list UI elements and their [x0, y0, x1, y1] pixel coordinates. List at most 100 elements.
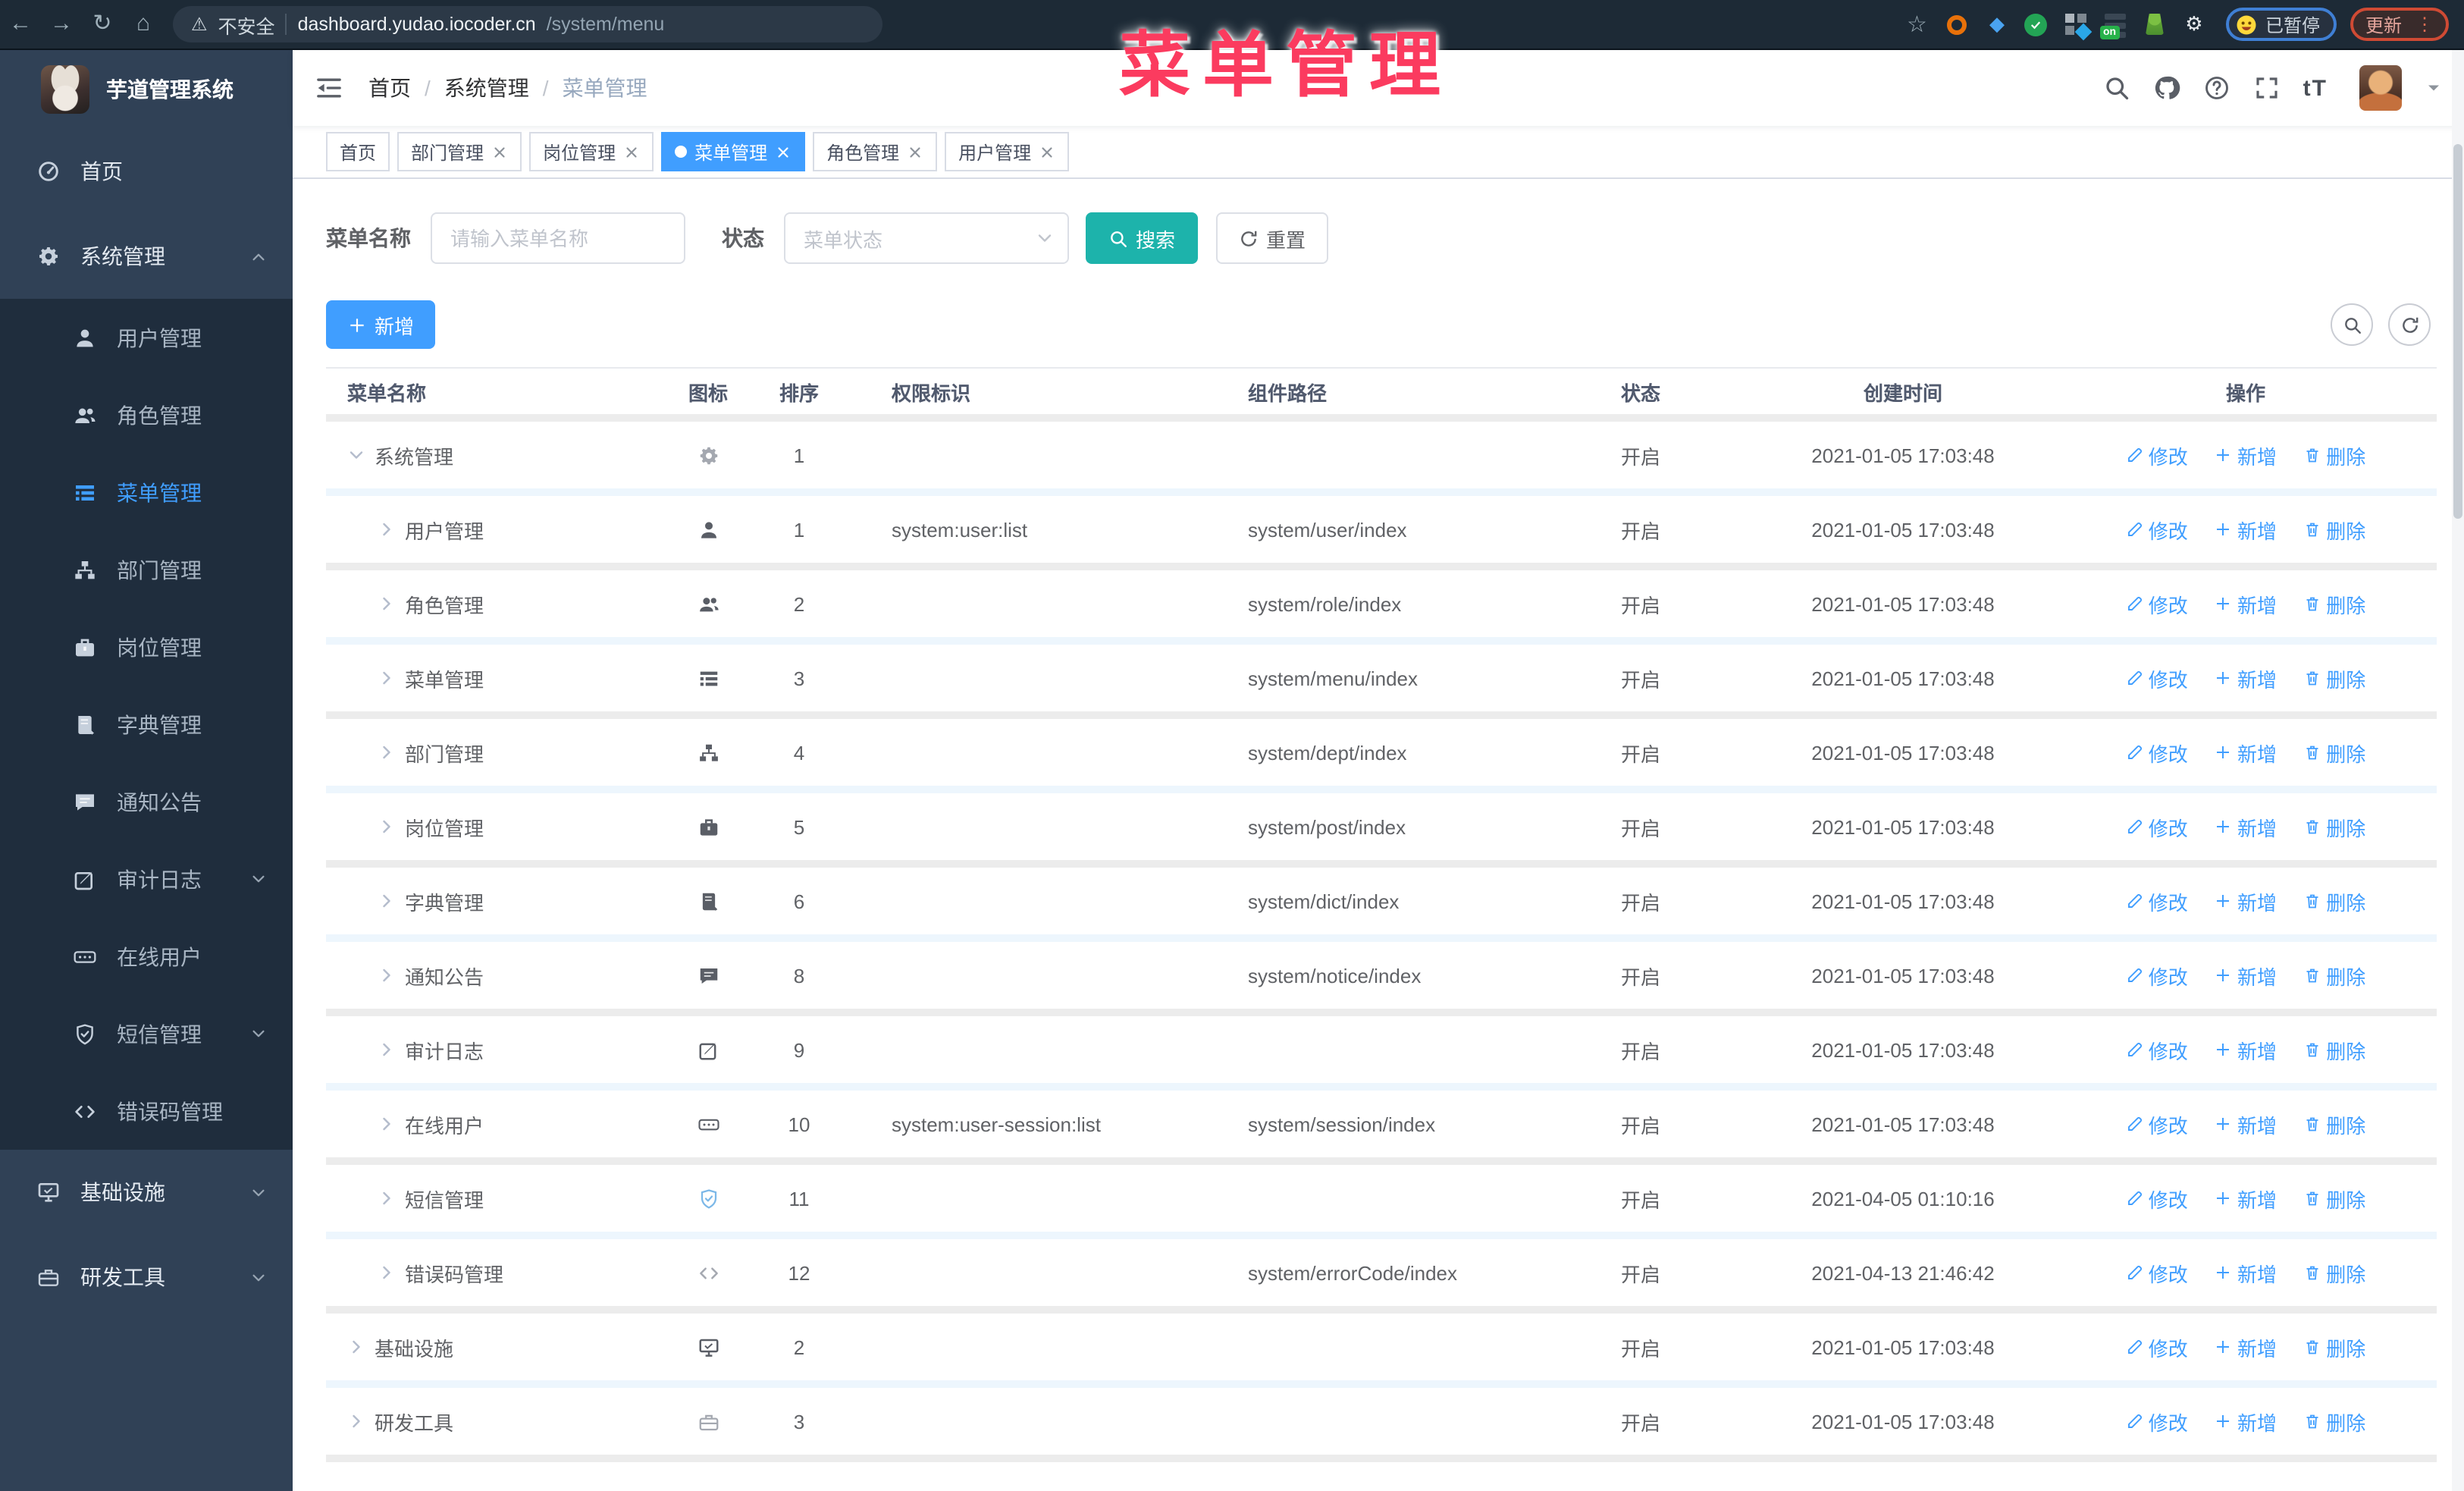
add-child-link[interactable]: 新增: [2215, 1110, 2277, 1138]
address-bar[interactable]: ⚠ 不安全 dashboard.yudao.iocoder.cn/system/…: [173, 6, 882, 42]
sidebar-item[interactable]: 短信管理: [0, 995, 293, 1072]
edit-link[interactable]: 修改: [2126, 812, 2188, 841]
add-child-link[interactable]: 新增: [2215, 515, 2277, 544]
delete-link[interactable]: 删除: [2303, 738, 2365, 767]
add-button[interactable]: 新增: [326, 300, 436, 349]
edit-link[interactable]: 修改: [2126, 738, 2188, 767]
sidebar-item[interactable]: 系统管理: [0, 214, 293, 299]
add-child-link[interactable]: 新增: [2215, 1332, 2277, 1361]
extension-grid-icon[interactable]: [2062, 11, 2093, 41]
browser-forward-icon[interactable]: →: [41, 0, 82, 49]
edit-link[interactable]: 修改: [2126, 961, 2188, 990]
close-icon[interactable]: [623, 143, 640, 160]
add-child-link[interactable]: 新增: [2215, 1184, 2277, 1213]
browser-update-badge[interactable]: 更新 ⋮: [2350, 8, 2449, 41]
close-icon[interactable]: [775, 143, 792, 160]
sidebar-item[interactable]: 字典管理: [0, 686, 293, 763]
edit-link[interactable]: 修改: [2126, 1258, 2188, 1287]
breadcrumb-system[interactable]: 系统管理: [444, 73, 529, 103]
avatar-caret-icon[interactable]: [2425, 79, 2443, 97]
tab[interactable]: 角色管理: [813, 132, 938, 171]
delete-link[interactable]: 删除: [2303, 1332, 2365, 1361]
close-icon[interactable]: [491, 143, 508, 160]
help-icon[interactable]: [2203, 74, 2230, 102]
delete-link[interactable]: 删除: [2303, 1258, 2365, 1287]
sidebar-item[interactable]: 菜单管理: [0, 454, 293, 531]
close-icon[interactable]: [1039, 143, 1055, 160]
delete-link[interactable]: 删除: [2303, 515, 2365, 544]
refresh-table-button[interactable]: [2388, 303, 2431, 346]
row-expand-icon[interactable]: [378, 966, 396, 984]
add-child-link[interactable]: 新增: [2215, 887, 2277, 915]
tab[interactable]: 首页: [326, 132, 390, 171]
tab[interactable]: 菜单管理: [661, 132, 806, 171]
row-expand-icon[interactable]: [378, 595, 396, 613]
delete-link[interactable]: 删除: [2303, 1035, 2365, 1064]
sidebar-item[interactable]: 基础设施: [0, 1150, 293, 1235]
breadcrumb-home[interactable]: 首页: [368, 73, 411, 103]
search-button[interactable]: 搜索: [1086, 212, 1199, 264]
row-expand-icon[interactable]: [378, 892, 396, 910]
sidebar-item[interactable]: 错误码管理: [0, 1072, 293, 1150]
sidebar-item[interactable]: 用户管理: [0, 299, 293, 376]
delete-link[interactable]: 删除: [2303, 1184, 2365, 1213]
sidebar-item[interactable]: 审计日志: [0, 840, 293, 918]
delete-link[interactable]: 删除: [2303, 441, 2365, 469]
add-child-link[interactable]: 新增: [2215, 1258, 2277, 1287]
edit-link[interactable]: 修改: [2126, 441, 2188, 469]
github-icon[interactable]: [2153, 74, 2180, 102]
browser-reload-icon[interactable]: ↻: [82, 0, 123, 49]
row-expand-icon[interactable]: [378, 818, 396, 836]
add-child-link[interactable]: 新增: [2215, 589, 2277, 618]
row-expand-icon[interactable]: [378, 520, 396, 538]
user-avatar[interactable]: [2359, 65, 2402, 111]
row-expand-icon[interactable]: [378, 1041, 396, 1059]
delete-link[interactable]: 删除: [2303, 664, 2365, 692]
sidebar-item[interactable]: 通知公告: [0, 763, 293, 840]
row-expand-icon[interactable]: [378, 1263, 396, 1282]
sidebar-item[interactable]: 在线用户: [0, 918, 293, 995]
bookmark-star-icon[interactable]: ☆: [1907, 11, 1927, 38]
add-child-link[interactable]: 新增: [2215, 441, 2277, 469]
extension-server-on-icon[interactable]: on: [2099, 11, 2129, 39]
delete-link[interactable]: 删除: [2303, 887, 2365, 915]
sidebar-item[interactable]: 部门管理: [0, 531, 293, 608]
add-child-link[interactable]: 新增: [2215, 738, 2277, 767]
add-child-link[interactable]: 新增: [2215, 812, 2277, 841]
browser-home-icon[interactable]: ⌂: [123, 0, 164, 49]
row-expand-icon[interactable]: [347, 1412, 365, 1430]
add-child-link[interactable]: 新增: [2215, 664, 2277, 692]
delete-link[interactable]: 删除: [2303, 1407, 2365, 1436]
close-icon[interactable]: [907, 143, 923, 160]
edit-link[interactable]: 修改: [2126, 664, 2188, 692]
extensions-puzzle-icon[interactable]: ⚙: [2180, 11, 2208, 38]
extension-orange-icon[interactable]: [1944, 11, 1971, 38]
extension-gem-icon[interactable]: ◆: [1983, 11, 2011, 38]
row-expand-icon[interactable]: [347, 446, 365, 464]
paused-extension-badge[interactable]: 已暂停: [2225, 8, 2337, 41]
row-expand-icon[interactable]: [378, 743, 396, 761]
edit-link[interactable]: 修改: [2126, 1407, 2188, 1436]
delete-link[interactable]: 删除: [2303, 1110, 2365, 1138]
add-child-link[interactable]: 新增: [2215, 1407, 2277, 1436]
status-select[interactable]: 菜单状态: [784, 212, 1069, 264]
delete-link[interactable]: 删除: [2303, 812, 2365, 841]
toggle-search-button[interactable]: [2331, 303, 2373, 346]
menu-name-input[interactable]: [431, 212, 685, 264]
sidebar-collapse-icon[interactable]: [314, 73, 344, 103]
row-expand-icon[interactable]: [378, 669, 396, 687]
add-child-link[interactable]: 新增: [2215, 1035, 2277, 1064]
edit-link[interactable]: 修改: [2126, 589, 2188, 618]
delete-link[interactable]: 删除: [2303, 961, 2365, 990]
delete-link[interactable]: 删除: [2303, 589, 2365, 618]
scrollbar-thumb[interactable]: [2453, 144, 2462, 519]
tab[interactable]: 部门管理: [397, 132, 522, 171]
font-size-icon[interactable]: tT: [2303, 75, 2328, 101]
search-icon[interactable]: [2103, 74, 2130, 102]
extension-check-icon[interactable]: [2023, 11, 2050, 38]
row-expand-icon[interactable]: [347, 1338, 365, 1356]
sidebar-item[interactable]: 角色管理: [0, 376, 293, 454]
sidebar-item[interactable]: 研发工具: [0, 1235, 293, 1320]
row-expand-icon[interactable]: [378, 1189, 396, 1207]
edit-link[interactable]: 修改: [2126, 515, 2188, 544]
